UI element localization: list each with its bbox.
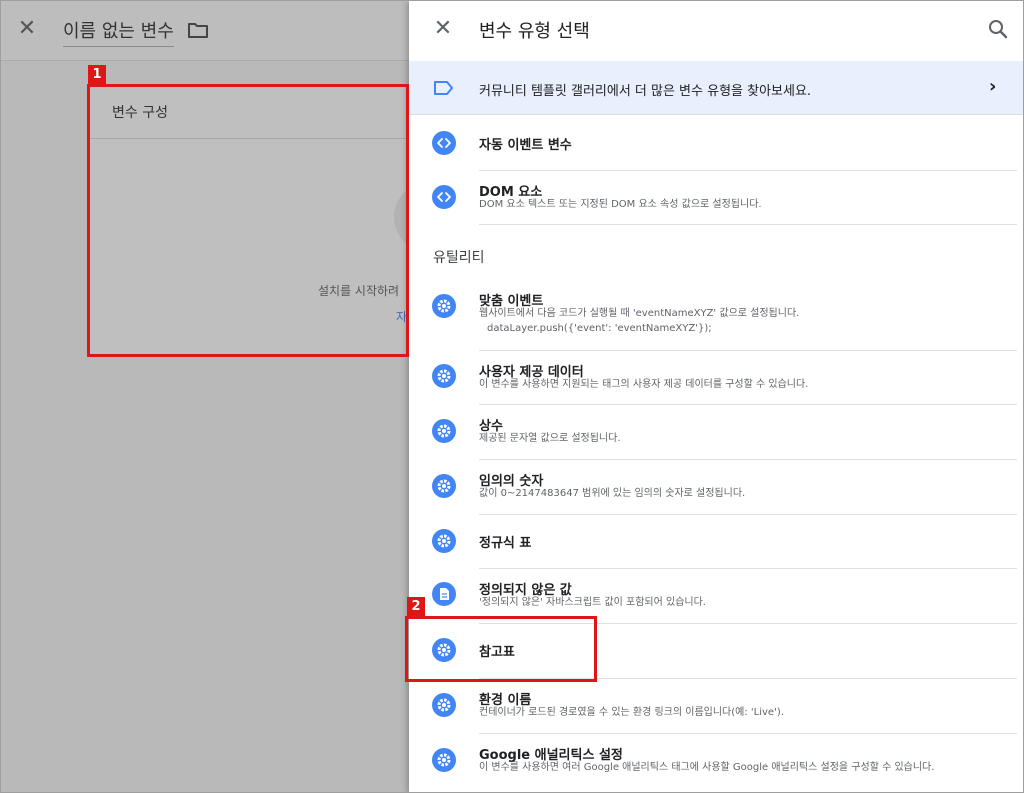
highlight-badge-1: 1	[88, 65, 106, 85]
gear-icon	[432, 529, 456, 553]
chevron-right-icon: ›	[989, 76, 997, 97]
panel-header: ✕ 변수 유형 선택	[409, 1, 1023, 61]
highlight-box-1	[87, 84, 409, 357]
list-item-environment-name[interactable]: 환경 이름 컨테이너가 로드된 경로였을 수 있는 환경 링크의 이름입니다(예…	[409, 679, 1023, 734]
item-description-code: dataLayer.push({'event': 'eventNameXYZ'}…	[487, 323, 712, 334]
gear-icon	[432, 364, 456, 388]
list-item-custom-event[interactable]: 맞춤 이벤트 웹사이트에서 다음 코드가 실행될 때 'eventNameXYZ…	[409, 281, 1023, 351]
item-description: DOM 요소 텍스트 또는 지정된 DOM 요소 속성 값으로 설정됩니다.	[479, 199, 762, 210]
gear-icon	[432, 748, 456, 772]
highlight-badge-2: 2	[407, 597, 425, 617]
divider	[479, 224, 1017, 225]
label-icon	[434, 81, 453, 95]
list-item-user-provided-data[interactable]: 사용자 제공 데이터 이 변수를 사용하면 지원되는 태그의 사용자 제공 데이…	[409, 351, 1023, 405]
gear-icon	[432, 419, 456, 443]
document-icon	[432, 582, 456, 606]
close-icon[interactable]: ✕	[431, 17, 455, 41]
item-description: 웹사이트에서 다음 코드가 실행될 때 'eventNameXYZ' 값으로 설…	[479, 308, 800, 319]
folder-icon[interactable]	[187, 20, 209, 40]
list-item-random-number[interactable]: 임의의 숫자 값이 0~2147483647 범위에 있는 임의의 숫자로 설정…	[409, 460, 1023, 515]
item-description: 값이 0~2147483647 범위에 있는 임의의 숫자로 설정됩니다.	[479, 488, 746, 499]
item-name: 정규식 표	[479, 536, 532, 551]
list-item-constant[interactable]: 상수 제공된 문자열 값으로 설정됩니다.	[409, 405, 1023, 460]
screenshot-frame: ✕ 이름 없는 변수 변수 구성 설치를 시작하려 자 ✕ 변수 유형 선택 커…	[0, 0, 1024, 793]
gallery-text: 커뮤니티 템플릿 갤러리에서 더 많은 변수 유형을 찾아보세요.	[479, 84, 812, 99]
item-description: 컨테이너가 로드된 경로였을 수 있는 환경 링크의 이름입니다(예: 'Liv…	[479, 707, 784, 718]
item-name: 자동 이벤트 변수	[479, 138, 572, 153]
gear-icon	[432, 474, 456, 498]
list-item-google-analytics-settings[interactable]: Google 애널리틱스 설정 이 변수를 사용하면 여러 Google 애널리…	[409, 734, 1023, 792]
list-item-dom-element[interactable]: DOM 요소 DOM 요소 텍스트 또는 지정된 DOM 요소 속성 값으로 설…	[409, 171, 1023, 225]
search-icon[interactable]	[987, 18, 1009, 40]
code-icon	[432, 131, 456, 155]
gear-icon	[432, 693, 456, 717]
variable-editor-header: ✕ 이름 없는 변수	[1, 1, 409, 61]
item-description: 이 변수를 사용하면 여러 Google 애널리틱스 태그에 사용할 Googl…	[479, 762, 935, 773]
panel-title: 변수 유형 선택	[479, 21, 590, 42]
item-description: '정의되지 않은' 자바스크립트 값이 포함되어 있습니다.	[479, 597, 706, 608]
highlight-box-2	[405, 616, 597, 682]
variable-name-input[interactable]: 이름 없는 변수	[63, 17, 174, 47]
item-description: 이 변수를 사용하면 지원되는 태그의 사용자 제공 데이터를 구성할 수 있습…	[479, 379, 809, 390]
code-icon	[432, 185, 456, 209]
section-utility: 유틸리티	[433, 250, 485, 266]
close-icon[interactable]: ✕	[15, 17, 39, 41]
community-gallery-banner[interactable]: 커뮤니티 템플릿 갤러리에서 더 많은 변수 유형을 찾아보세요. ›	[409, 61, 1023, 115]
gear-icon	[432, 294, 456, 318]
list-item-regex-table[interactable]: 정규식 표	[409, 515, 1023, 569]
item-description: 제공된 문자열 값으로 설정됩니다.	[479, 433, 621, 444]
list-item-auto-event-variable[interactable]: 자동 이벤트 변수	[409, 115, 1023, 171]
